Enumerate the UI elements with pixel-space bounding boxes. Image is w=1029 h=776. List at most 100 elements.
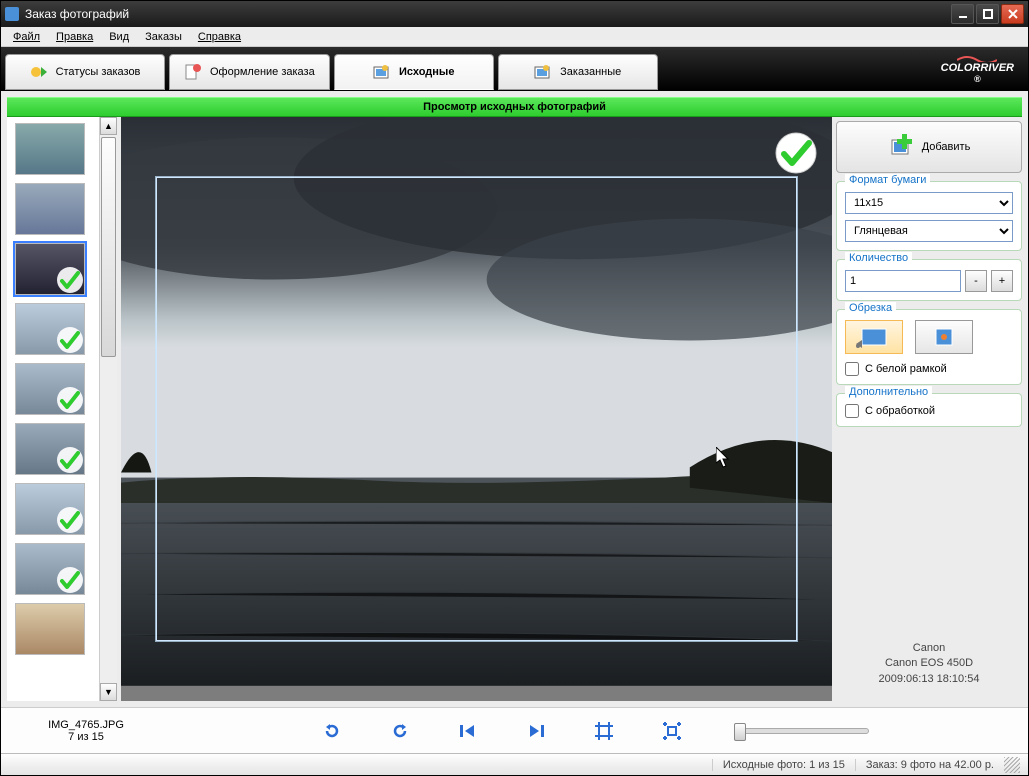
thumbnail[interactable] bbox=[15, 243, 85, 295]
extra-legend: Дополнительно bbox=[845, 386, 932, 398]
check-icon bbox=[56, 266, 84, 294]
thumbnail[interactable] bbox=[15, 543, 85, 595]
status-source-count: Исходные фото: 1 из 15 bbox=[712, 759, 855, 771]
white-border-label: С белой рамкой bbox=[865, 363, 947, 375]
processing-label: С обработкой bbox=[865, 405, 935, 417]
minimize-icon bbox=[958, 9, 968, 19]
first-button[interactable] bbox=[457, 720, 479, 742]
properties-panel: Добавить Формат бумаги 11x15 Глянцевая bbox=[836, 117, 1022, 701]
thumbnail[interactable] bbox=[15, 483, 85, 535]
scroll-track[interactable] bbox=[100, 135, 117, 683]
main-tabs: Статусы заказов Оформление заказа Исходн… bbox=[1, 47, 1028, 91]
scroll-thumb[interactable] bbox=[101, 137, 116, 357]
menu-orders[interactable]: Заказы bbox=[139, 29, 188, 45]
check-icon bbox=[56, 386, 84, 414]
zoom-slider-knob[interactable] bbox=[734, 723, 746, 741]
tab-ordered[interactable]: Заказанные bbox=[498, 54, 658, 90]
main-area: ▲ ▼ bbox=[1, 117, 1028, 707]
quantity-group: Количество - + bbox=[836, 259, 1022, 301]
filename-block: IMG_4765.JPG 7 из 15 bbox=[21, 719, 151, 743]
fit-screen-button[interactable] bbox=[593, 720, 615, 742]
thumbnail[interactable] bbox=[15, 303, 85, 355]
page-header: Просмотр исходных фотографий bbox=[7, 97, 1022, 117]
check-icon bbox=[56, 326, 84, 354]
rotate-ccw-icon bbox=[323, 722, 341, 740]
paper-size-select[interactable]: 11x15 bbox=[845, 192, 1013, 214]
processing-checkbox[interactable] bbox=[845, 404, 859, 418]
rotate-ccw-button[interactable] bbox=[321, 720, 343, 742]
selected-check-icon bbox=[774, 131, 818, 175]
tab-order-form[interactable]: Оформление заказа bbox=[169, 54, 330, 90]
thumbnail[interactable] bbox=[15, 603, 85, 655]
last-icon bbox=[528, 724, 544, 738]
first-icon bbox=[460, 724, 476, 738]
thumbnail[interactable] bbox=[15, 363, 85, 415]
close-button[interactable] bbox=[1001, 4, 1024, 24]
menu-file[interactable]: Файл bbox=[7, 29, 46, 45]
tab-label: Оформление заказа bbox=[210, 66, 315, 78]
fit-screen-icon bbox=[595, 722, 613, 740]
window-title: Заказ фотографий bbox=[25, 7, 951, 21]
meta-make: Canon bbox=[836, 641, 1022, 656]
actual-size-button[interactable] bbox=[661, 720, 683, 742]
paper-finish-select[interactable]: Глянцевая bbox=[845, 220, 1013, 242]
statusbar: Исходные фото: 1 из 15 Заказ: 9 фото на … bbox=[1, 753, 1028, 775]
photo-metadata: Canon Canon EOS 450D 2009:06:13 18:10:54 bbox=[836, 641, 1022, 697]
check-icon bbox=[56, 446, 84, 474]
app-icon bbox=[5, 7, 19, 21]
zoom-slider[interactable] bbox=[739, 728, 869, 734]
thumbnail[interactable] bbox=[15, 183, 85, 235]
white-border-checkbox[interactable] bbox=[845, 362, 859, 376]
app-window: Заказ фотографий Файл Правка Вид Заказы … bbox=[0, 0, 1029, 776]
thumbnail-panel: ▲ ▼ bbox=[7, 117, 117, 701]
fit-icon bbox=[926, 326, 962, 348]
paper-format-group: Формат бумаги 11x15 Глянцевая bbox=[836, 181, 1022, 251]
meta-model: Canon EOS 450D bbox=[836, 656, 1022, 671]
titlebar: Заказ фотографий bbox=[1, 1, 1028, 27]
crop-mode-crop-button[interactable] bbox=[845, 320, 903, 354]
check-icon bbox=[56, 566, 84, 594]
status-order-summary: Заказ: 9 фото на 42.00 р. bbox=[855, 759, 1004, 771]
scroll-down-button[interactable]: ▼ bbox=[100, 683, 117, 701]
meta-datetime: 2009:06:13 18:10:54 bbox=[836, 672, 1022, 687]
rotate-cw-button[interactable] bbox=[389, 720, 411, 742]
resize-grip[interactable] bbox=[1004, 757, 1020, 773]
photos-icon bbox=[373, 64, 391, 80]
form-icon bbox=[184, 64, 202, 80]
crop-frame[interactable] bbox=[156, 177, 797, 641]
rotate-cw-icon bbox=[391, 722, 409, 740]
minimize-button[interactable] bbox=[951, 4, 974, 24]
menubar: Файл Правка Вид Заказы Справка bbox=[1, 27, 1028, 47]
status-icon bbox=[30, 64, 48, 80]
last-button[interactable] bbox=[525, 720, 547, 742]
crop-group: Обрезка С белой рамкой bbox=[836, 309, 1022, 385]
preview-area[interactable] bbox=[121, 117, 832, 701]
brand-wave-icon bbox=[957, 54, 997, 62]
maximize-icon bbox=[983, 9, 993, 19]
add-button[interactable]: Добавить bbox=[836, 121, 1022, 173]
tab-label: Заказанные bbox=[560, 66, 621, 78]
menu-view[interactable]: Вид bbox=[103, 29, 135, 45]
crop-icon bbox=[856, 326, 892, 348]
actual-size-icon bbox=[663, 722, 681, 740]
crop-legend: Обрезка bbox=[845, 302, 896, 314]
add-plus-icon bbox=[888, 134, 914, 160]
current-filename: IMG_4765.JPG bbox=[21, 719, 151, 731]
close-icon bbox=[1008, 9, 1018, 19]
menu-edit[interactable]: Правка bbox=[50, 29, 99, 45]
quantity-input[interactable] bbox=[845, 270, 961, 292]
thumbnail-scrollbar[interactable]: ▲ ▼ bbox=[99, 117, 117, 701]
tab-order-status[interactable]: Статусы заказов bbox=[5, 54, 165, 90]
crop-mode-fit-button[interactable] bbox=[915, 320, 973, 354]
thumbnail[interactable] bbox=[15, 423, 85, 475]
tab-source[interactable]: Исходные bbox=[334, 54, 494, 90]
tab-label: Исходные bbox=[399, 66, 454, 78]
scroll-up-button[interactable]: ▲ bbox=[100, 117, 117, 135]
qty-plus-button[interactable]: + bbox=[991, 270, 1013, 292]
menu-help[interactable]: Справка bbox=[192, 29, 247, 45]
ordered-icon bbox=[534, 64, 552, 80]
thumbnail[interactable] bbox=[15, 123, 85, 175]
qty-minus-button[interactable]: - bbox=[965, 270, 987, 292]
maximize-button[interactable] bbox=[976, 4, 999, 24]
check-icon bbox=[56, 506, 84, 534]
